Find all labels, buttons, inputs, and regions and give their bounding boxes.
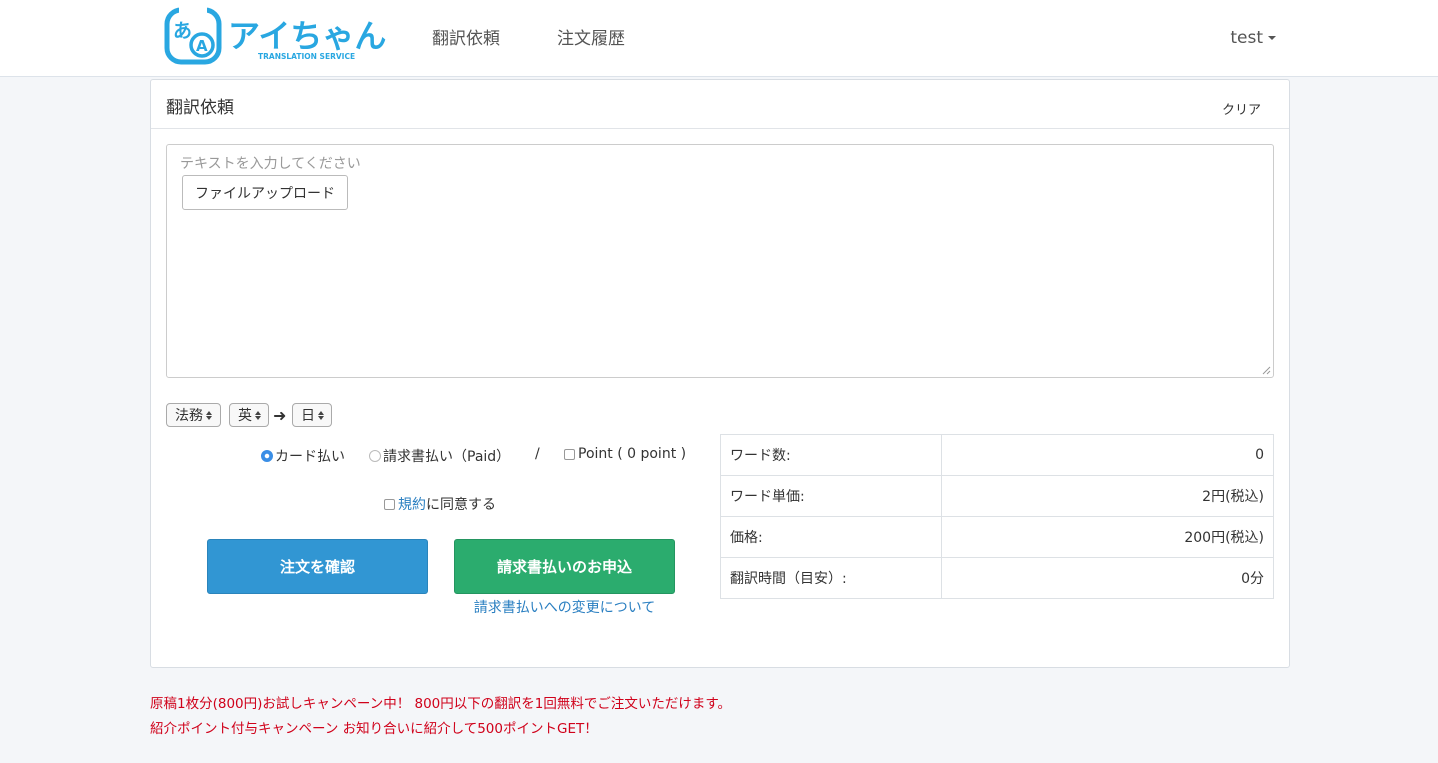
- table-row: 翻訳時間（目安）: 0分: [720, 557, 1274, 599]
- unit-price-value: 2円(税込): [941, 475, 1274, 517]
- clear-button[interactable]: クリア: [1222, 99, 1261, 118]
- target-language-value: 日: [301, 408, 315, 424]
- payment-point-label: Point ( 0 point ): [578, 446, 687, 462]
- payment-separator: /: [535, 446, 540, 462]
- campaign-referral: 紹介ポイント付与キャンペーン お知り合いに紹介して500ポイントGET！: [150, 721, 598, 737]
- price-value: 200円(税込): [941, 516, 1274, 558]
- arrow-right-icon: ➜: [273, 406, 287, 425]
- user-name: test: [1230, 28, 1263, 48]
- logo-brand-text: アイちゃん: [228, 17, 386, 55]
- payment-point-option[interactable]: Point ( 0 point ): [564, 446, 686, 462]
- terms-agree[interactable]: 規約 に同意する: [384, 494, 496, 514]
- nav-order-history[interactable]: 注文履歴: [557, 24, 625, 49]
- user-menu[interactable]: test: [1230, 28, 1276, 48]
- campaign-trial: 原稿1枚分(800円)お試しキャンペーン中！ 800円以下の翻訳を1回無料でご注…: [150, 696, 732, 712]
- translation-panel: 翻訳依頼 クリア テキストを入力してください ファイルアップロード 法務 英 ➜…: [150, 79, 1290, 668]
- table-row: 価格: 200円(税込): [720, 516, 1274, 558]
- source-language-select[interactable]: 英: [229, 403, 269, 427]
- radio-invoice[interactable]: [369, 450, 381, 462]
- file-upload-button[interactable]: ファイルアップロード: [182, 175, 348, 210]
- word-count-value: 0: [941, 434, 1274, 476]
- translation-time-label: 翻訳時間（目安）:: [720, 557, 942, 599]
- unit-price-label: ワード単価:: [720, 475, 942, 517]
- payment-invoice-option[interactable]: 請求書払い（Paid）: [369, 446, 510, 466]
- text-input-placeholder: テキストを入力してください: [180, 156, 361, 172]
- resize-handle-icon[interactable]: [1262, 366, 1271, 375]
- target-language-select[interactable]: 日: [292, 403, 332, 427]
- price-label: 価格:: [720, 516, 942, 558]
- terms-suffix: に同意する: [426, 497, 496, 513]
- confirm-order-button[interactable]: 注文を確認: [207, 539, 428, 594]
- terms-link[interactable]: 規約: [398, 494, 426, 514]
- checkbox-point[interactable]: [564, 448, 575, 460]
- invoice-info-link[interactable]: 請求書払いへの変更について: [454, 597, 675, 617]
- table-row: ワード数: 0: [720, 434, 1274, 476]
- table-row: ワード単価: 2円(税込): [720, 475, 1274, 517]
- select-arrows-icon: [255, 410, 261, 420]
- logo-letter-a-latin: A: [196, 37, 208, 55]
- payment-invoice-label: 請求書払い（Paid）: [383, 449, 511, 465]
- translation-time-value: 0分: [941, 557, 1274, 599]
- select-arrows-icon: [318, 410, 324, 420]
- payment-card-label: カード払い: [275, 449, 345, 465]
- text-input[interactable]: テキストを入力してください ファイルアップロード: [166, 144, 1274, 378]
- radio-card[interactable]: [261, 450, 273, 462]
- checkbox-terms[interactable]: [384, 498, 395, 510]
- source-language-value: 英: [238, 408, 252, 424]
- order-summary-table: ワード数: 0 ワード単価: 2円(税込) 価格: 200円(税込) 翻訳時間（…: [720, 434, 1274, 599]
- payment-card-option[interactable]: カード払い: [261, 446, 345, 466]
- payment-separator-text: /: [535, 446, 540, 462]
- select-arrows-icon: [206, 410, 212, 420]
- logo-tagline: TRANSLATION SERVICE: [258, 52, 355, 61]
- panel-title: 翻訳依頼: [166, 98, 234, 118]
- category-select-value: 法務: [175, 408, 203, 424]
- word-count-label: ワード数:: [720, 434, 942, 476]
- category-select[interactable]: 法務: [166, 403, 221, 427]
- brand-logo[interactable]: あ A アイちゃん TRANSLATION SERVICE: [164, 7, 392, 67]
- navbar: あ A アイちゃん TRANSLATION SERVICE 翻訳依頼 注文履歴 …: [0, 0, 1438, 77]
- caret-down-icon: [1268, 36, 1276, 40]
- logo-letter-a-hiragana: あ: [173, 20, 192, 42]
- invoice-apply-button[interactable]: 請求書払いのお申込: [454, 539, 675, 594]
- panel-heading: 翻訳依頼 クリア: [151, 80, 1289, 129]
- nav-translation-request[interactable]: 翻訳依頼: [432, 24, 500, 49]
